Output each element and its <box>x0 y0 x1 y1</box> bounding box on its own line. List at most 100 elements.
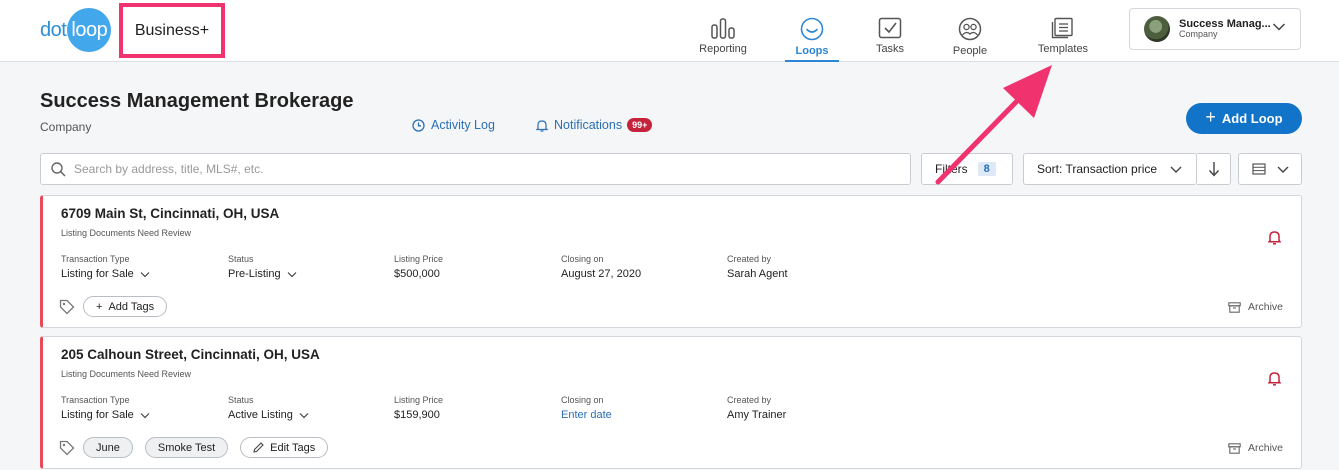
edit-tags-button[interactable]: Edit Tags <box>240 437 329 458</box>
templates-icon <box>1051 17 1073 39</box>
dotloop-logo[interactable]: dot loop <box>40 8 112 52</box>
chevron-down-icon <box>1272 23 1286 31</box>
alert-bell-icon[interactable] <box>1268 230 1281 245</box>
page-title: Success Management Brokerage <box>40 90 354 112</box>
bell-icon <box>536 119 548 132</box>
search-icon <box>51 161 66 177</box>
archive-label: Archive <box>1247 442 1283 454</box>
nav-loops-label: Loops <box>795 45 829 57</box>
loop-status-message: Listing Documents Need Review <box>61 369 192 379</box>
field-label: Created by <box>727 254 772 264</box>
add-tags-label: Add Tags <box>108 300 155 313</box>
chevron-down-icon <box>287 271 297 277</box>
pencil-icon <box>253 442 264 453</box>
created-by-field: Created by Sarah Agent <box>727 254 788 280</box>
field-label: Status <box>228 254 254 264</box>
logo-text-loop: loop <box>67 8 112 52</box>
archive-icon <box>1228 301 1241 313</box>
field-value: $500,000 <box>394 268 440 280</box>
tag-icon <box>59 299 75 314</box>
sort-label: Sort: Transaction price <box>1037 162 1158 176</box>
clock-icon <box>412 118 425 132</box>
closing-date-field[interactable]: Closing on Enter date <box>561 395 612 421</box>
field-value: Listing for Sale <box>61 409 134 421</box>
nav-loops[interactable]: Loops <box>777 0 847 62</box>
transaction-type-field[interactable]: Transaction Type Listing for Sale <box>61 254 150 280</box>
archive-button[interactable]: Archive <box>1228 301 1283 313</box>
page-subtitle: Company <box>40 120 92 134</box>
loop-address[interactable]: 205 Calhoun Street, Cincinnati, OH, USA <box>61 347 320 362</box>
notifications-label: Notifications <box>554 118 623 132</box>
nav-tasks-label: Tasks <box>875 43 905 55</box>
edit-tags-label: Edit Tags <box>270 441 316 454</box>
loop-address[interactable]: 6709 Main St, Cincinnati, OH, USA <box>61 206 279 221</box>
account-switcher[interactable]: Success Manag... Company <box>1129 8 1301 50</box>
nav-reporting-label: Reporting <box>699 43 747 55</box>
people-icon <box>958 17 982 41</box>
field-label: Created by <box>727 395 772 405</box>
add-loop-label: Add Loop <box>1221 111 1283 126</box>
tags-row: + Add Tags <box>59 296 179 317</box>
field-value: Amy Trainer <box>727 409 787 421</box>
activity-log-link[interactable]: Activity Log <box>412 118 495 132</box>
smile-circle-icon <box>800 17 824 41</box>
field-value: August 27, 2020 <box>561 268 642 280</box>
field-label: Transaction Type <box>61 254 130 264</box>
top-bar: dot loop Business+ Reporting Loops Tasks… <box>0 0 1339 62</box>
loop-status-message: Listing Documents Need Review <box>61 228 192 238</box>
loop-card[interactable]: 205 Calhoun Street, Cincinnati, OH, USA … <box>40 336 1302 469</box>
status-field[interactable]: Status Pre-Listing <box>228 254 297 280</box>
notifications-link[interactable]: Notifications 99+ <box>536 118 653 132</box>
chevron-down-icon <box>140 412 150 418</box>
nav-people[interactable]: People <box>935 0 1005 62</box>
field-value: Sarah Agent <box>727 268 788 280</box>
filters-button[interactable]: Filters 8 <box>921 153 1013 185</box>
nav-tasks[interactable]: Tasks <box>855 0 925 62</box>
nav-templates[interactable]: Templates <box>1028 0 1098 62</box>
activity-log-label: Activity Log <box>431 118 495 132</box>
field-value: Active Listing <box>228 409 293 421</box>
field-label: Listing Price <box>394 254 444 264</box>
plan-label: Business+ <box>119 3 225 58</box>
view-toggle-dropdown[interactable] <box>1238 153 1302 185</box>
chevron-down-icon <box>299 412 309 418</box>
loop-card[interactable]: 6709 Main St, Cincinnati, OH, USA Listin… <box>40 195 1302 328</box>
bar-chart-icon <box>711 18 735 39</box>
filters-label: Filters <box>935 162 968 176</box>
chevron-down-icon <box>1277 166 1289 173</box>
nav-people-label: People <box>952 45 988 57</box>
enter-date-link[interactable]: Enter date <box>561 409 612 421</box>
filters-count: 8 <box>977 162 996 176</box>
tag-chip[interactable]: Smoke Test <box>144 437 229 458</box>
listing-price-field: Listing Price $500,000 <box>394 254 443 280</box>
plus-icon: + <box>96 300 103 313</box>
field-label: Transaction Type <box>61 395 130 405</box>
add-loop-button[interactable]: + Add Loop <box>1186 103 1302 134</box>
transaction-type-field[interactable]: Transaction Type Listing for Sale <box>61 395 150 421</box>
sort-dropdown[interactable]: Sort: Transaction price <box>1023 153 1197 185</box>
plus-icon: + <box>1205 107 1216 127</box>
archive-button[interactable]: Archive <box>1228 442 1283 454</box>
chevron-down-icon <box>1170 166 1182 173</box>
status-field[interactable]: Status Active Listing <box>228 395 309 421</box>
tag-chip[interactable]: June <box>83 437 133 458</box>
closing-date-field[interactable]: Closing on August 27, 2020 <box>561 254 641 280</box>
tags-row: June Smoke Test Edit Tags <box>59 437 340 458</box>
archive-label: Archive <box>1247 301 1283 313</box>
nav-reporting[interactable]: Reporting <box>688 0 758 62</box>
search-box <box>40 153 911 185</box>
field-label: Listing Price <box>394 395 444 405</box>
field-value: Pre-Listing <box>228 268 281 280</box>
search-input[interactable] <box>74 162 894 176</box>
avatar <box>1144 16 1170 42</box>
created-by-field: Created by Amy Trainer <box>727 395 786 421</box>
field-value: Listing for Sale <box>61 268 134 280</box>
notifications-badge: 99+ <box>627 118 653 132</box>
checkbox-icon <box>878 17 902 39</box>
sort-direction-button[interactable] <box>1197 153 1231 185</box>
add-tags-button[interactable]: + Add Tags <box>83 296 168 317</box>
field-label: Closing on <box>561 395 604 405</box>
arrow-down-icon <box>1208 162 1219 177</box>
chevron-down-icon <box>140 271 150 277</box>
alert-bell-icon[interactable] <box>1268 371 1281 386</box>
